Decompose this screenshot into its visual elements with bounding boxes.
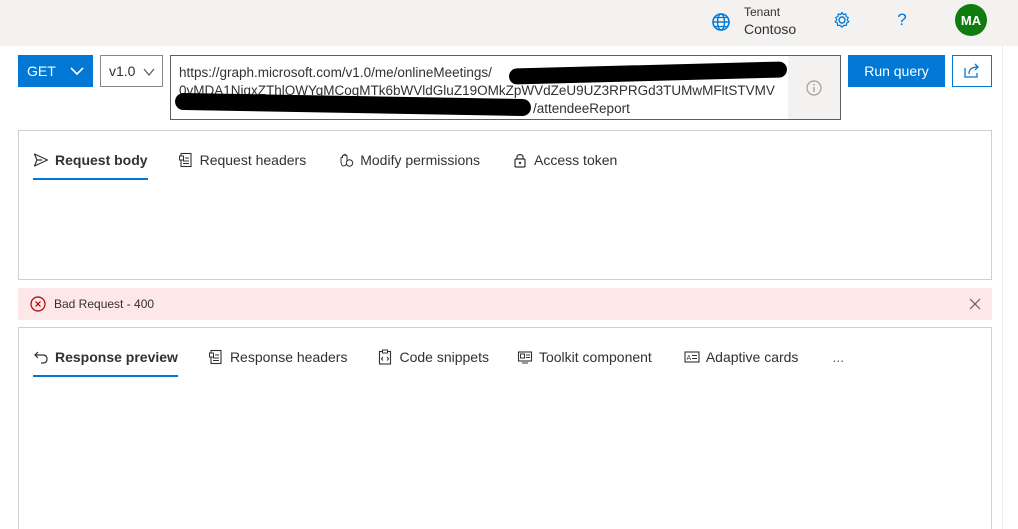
clipboard-icon	[379, 349, 392, 365]
tab-response-headers[interactable]: Response headers	[208, 346, 348, 368]
tab-label: Code snippets	[399, 349, 489, 365]
error-icon	[30, 296, 46, 312]
tab-label: Adaptive cards	[705, 349, 799, 365]
tab-request-body[interactable]: Request body	[33, 149, 148, 180]
top-bar: Tenant Contoso ? MA	[0, 0, 1018, 46]
settings-button[interactable]	[832, 10, 852, 30]
globe-icon	[712, 13, 730, 31]
more-icon: ...	[832, 349, 845, 365]
send-icon	[33, 153, 49, 167]
scrollbar-rail[interactable]	[1002, 46, 1018, 529]
tab-response-preview[interactable]: Response preview	[33, 346, 178, 377]
share-icon	[964, 63, 979, 78]
response-tabs: Response preview Response headers Code s…	[33, 346, 844, 377]
tab-adaptive-cards[interactable]: A Adaptive cards	[684, 346, 799, 368]
tab-modify-permissions[interactable]: Modify permissions	[338, 149, 480, 171]
tenant-label: Tenant	[744, 5, 781, 19]
back-arrow-icon	[34, 351, 48, 364]
version-value: v1.0	[109, 63, 136, 79]
tab-label: Response headers	[229, 349, 348, 365]
error-message-bar: Bad Request - 400	[18, 288, 992, 320]
tab-label: Toolkit component	[538, 349, 652, 365]
tab-label: Request headers	[199, 152, 307, 168]
http-method-dropdown[interactable]: GET	[18, 55, 93, 87]
toolkit-icon	[517, 351, 533, 364]
tab-label: Response preview	[55, 349, 178, 365]
tab-code-snippets[interactable]: Code snippets	[377, 346, 489, 368]
tenant-name: Contoso	[744, 21, 797, 37]
tab-toolkit-component[interactable]: Toolkit component	[517, 346, 652, 368]
chevron-down-icon	[143, 68, 155, 77]
permissions-icon	[340, 153, 354, 167]
more-tabs-button[interactable]: ...	[832, 346, 844, 368]
http-method-value: GET	[27, 63, 56, 79]
run-query-button[interactable]: Run query	[848, 55, 945, 87]
tab-request-headers[interactable]: Request headers	[178, 149, 307, 171]
tab-label: Access token	[534, 152, 618, 168]
tab-access-token[interactable]: Access token	[512, 149, 617, 171]
svg-text:A: A	[686, 355, 691, 362]
info-icon	[806, 79, 822, 96]
avatar[interactable]: MA	[955, 4, 987, 36]
help-icon[interactable]: ?	[892, 10, 912, 30]
share-query-button[interactable]	[952, 55, 992, 87]
card-icon: A	[684, 351, 700, 363]
gear-icon	[834, 11, 850, 28]
version-dropdown[interactable]: v1.0	[100, 55, 163, 87]
tenant-switcher[interactable]: Tenant Contoso	[710, 5, 796, 39]
chevron-down-icon	[70, 67, 84, 76]
lock-icon	[514, 154, 526, 168]
response-panel: Response preview Response headers Code s…	[18, 327, 992, 529]
tab-label: Modify permissions	[360, 152, 481, 168]
headers-icon	[178, 152, 192, 168]
request-panel: Request body Request headers Modify perm…	[18, 130, 992, 280]
url-input[interactable]: https://graph.microsoft.com/v1.0/me/onli…	[170, 55, 841, 120]
tab-label: Request body	[55, 152, 148, 168]
headers-icon	[208, 349, 222, 365]
url-info-button[interactable]	[788, 56, 840, 119]
error-text: Bad Request - 400	[54, 297, 155, 311]
request-tabs: Request body Request headers Modify perm…	[33, 149, 617, 180]
close-icon[interactable]	[968, 297, 982, 311]
